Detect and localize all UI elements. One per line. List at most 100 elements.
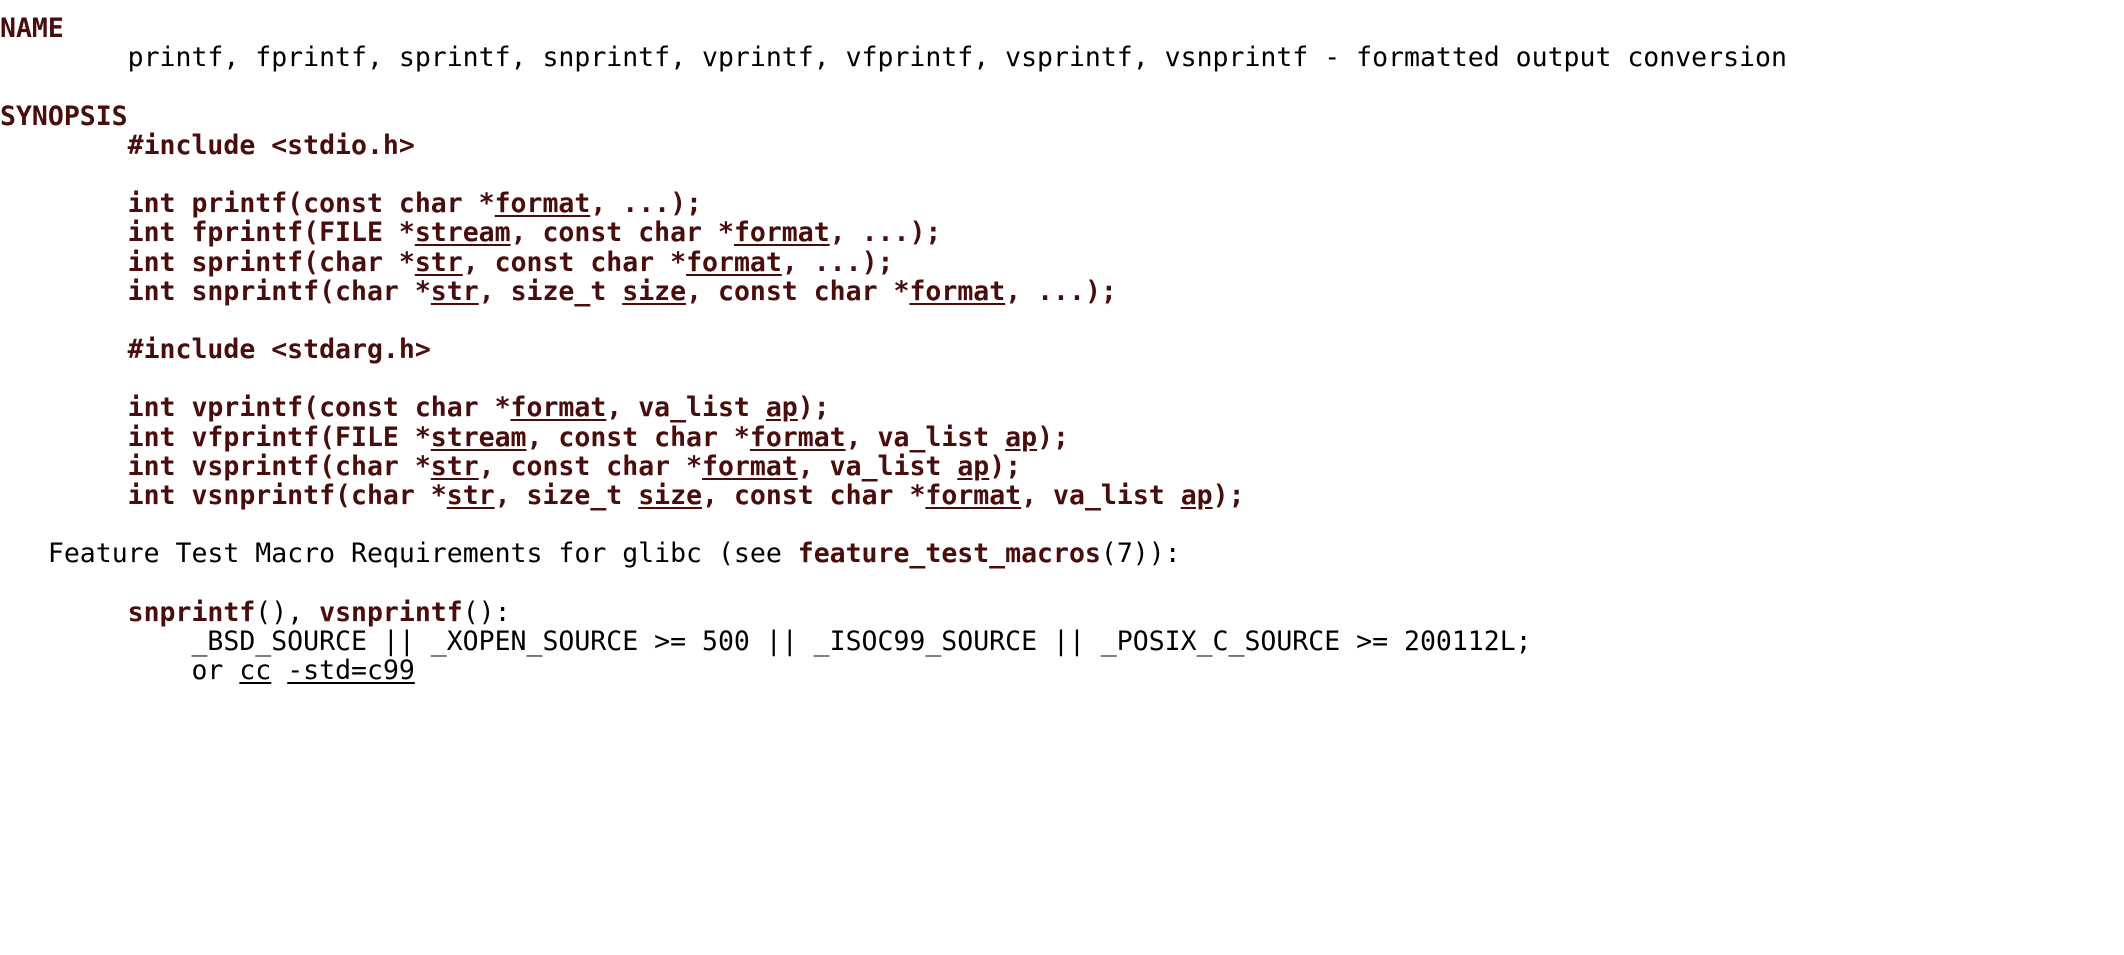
text-run-bold: , size_t [494,480,639,511]
man-line: _BSD_SOURCE || _XOPEN_SOURCE >= 500 || _… [0,627,2124,656]
text-run-ital: format [510,392,607,424]
text-run-plain: printf, fprintf, sprintf, snprintf, vpri… [127,42,1787,74]
text-run-ital: size [622,275,687,307]
text-run-bold: snprintf [127,596,256,628]
man-line [0,364,2124,393]
text-run-bold: , ...); [829,217,942,249]
text-run-bold: int snprintf(char * [127,275,431,307]
text-run-plain: (), [255,596,320,628]
text-run-bold: , const char * [702,480,926,511]
text-run-bold: , size_t [478,275,623,307]
text-run-bold: ); [1212,480,1245,511]
text-run-bold: ); [797,392,830,424]
text-run-ital: str [430,450,479,482]
text-run-bold: feature_test_macros [797,538,1101,570]
text-run-ital: format [686,246,782,278]
text-run-ital: format [494,188,591,220]
text-run-bold: , const char * [462,246,687,278]
text-run-bold: vsnprintf [319,596,463,628]
section-heading-label: NAME [0,13,64,44]
text-run-bold: , va_list [845,421,1006,453]
text-run-bold: ); [1037,421,1070,453]
text-run-plain-ital: cc [239,655,272,687]
text-run-bold: int vsprintf(char * [127,450,431,482]
text-run-ital: stream [430,421,527,453]
text-run-ital: ap [1180,480,1213,511]
section-heading: SYNOPSIS [0,100,2124,132]
man-page-viewport: NAME printf, fprintf, sprintf, snprintf,… [0,0,2124,955]
text-run-bold: int sprintf(char * [127,246,415,278]
man-line: Feature Test Macro Requirements for glib… [0,539,2124,568]
text-run-ital: format [702,450,798,482]
text-run-plain: (): [462,596,511,628]
man-line: #include <stdio.h> [0,131,2124,160]
text-run-bold: , const char * [478,450,703,482]
text-run-bold: , ...); [590,188,703,220]
text-run-bold: , ...); [1005,275,1117,307]
text-run-bold: , const char * [686,275,910,307]
text-run-ital: format [749,421,846,453]
text-run-ital: size [638,480,703,511]
text-run-bold: int vfprintf(FILE * [127,421,431,453]
text-run-ital: ap [1005,421,1038,453]
man-line [0,160,2124,189]
text-run-bold: int printf(const char * [127,188,495,220]
text-run-bold: , va_list [797,450,958,482]
text-run-bold: #include <stdarg.h> [127,334,431,366]
section-heading: NAME [0,14,2124,43]
man-line: int vsnprintf(char *str, size_t size, co… [0,481,2124,510]
section-heading-label: SYNOPSIS [0,100,128,132]
text-run-ital: format [925,480,1022,511]
man-line: int vprintf(const char *format, va_list … [0,393,2124,422]
man-line: int snprintf(char *str, size_t size, con… [0,277,2124,306]
text-run-ital: format [733,217,830,249]
man-page-body: NAME printf, fprintf, sprintf, snprintf,… [0,14,2124,685]
text-run-ital: stream [414,217,511,249]
text-run-bold: int vprintf(const char * [127,392,511,424]
text-run-ital: str [430,275,479,307]
text-run-ital: str [414,246,463,278]
text-run-plain: (7)): [1100,538,1181,570]
text-run-ital: ap [957,450,990,482]
text-run-ital: ap [765,392,798,424]
text-run-plain: or [191,655,240,687]
man-line: int fprintf(FILE *stream, const char *fo… [0,218,2124,247]
text-run-bold: , va_list [606,392,766,424]
man-line: printf, fprintf, sprintf, snprintf, vpri… [0,43,2124,72]
text-run-bold: , va_list [1021,480,1181,511]
text-run-bold: ); [989,450,1022,482]
man-line: snprintf(), vsnprintf(): [0,598,2124,627]
man-line: int printf(const char *format, ...); [0,189,2124,218]
text-run-plain [271,655,287,686]
text-run-bold: int fprintf(FILE * [127,217,415,249]
man-line [0,306,2124,335]
man-line: #include <stdarg.h> [0,335,2124,364]
man-line [0,510,2124,539]
text-run-ital: str [446,480,495,511]
text-run-bold: , const char * [526,421,750,453]
man-line: int vfprintf(FILE *stream, const char *f… [0,423,2124,452]
text-run-plain: Feature Test Macro Requirements for glib… [47,538,798,570]
text-run-bold: , ...); [781,246,894,278]
text-run-plain: _BSD_SOURCE || _XOPEN_SOURCE >= 500 || _… [191,625,1532,657]
man-line [0,569,2124,598]
text-run-bold: #include <stdio.h> [127,129,415,161]
text-run-bold: , const char * [510,217,734,249]
text-run-plain-ital: -std=c99 [287,655,415,687]
text-run-ital: format [909,275,1006,307]
